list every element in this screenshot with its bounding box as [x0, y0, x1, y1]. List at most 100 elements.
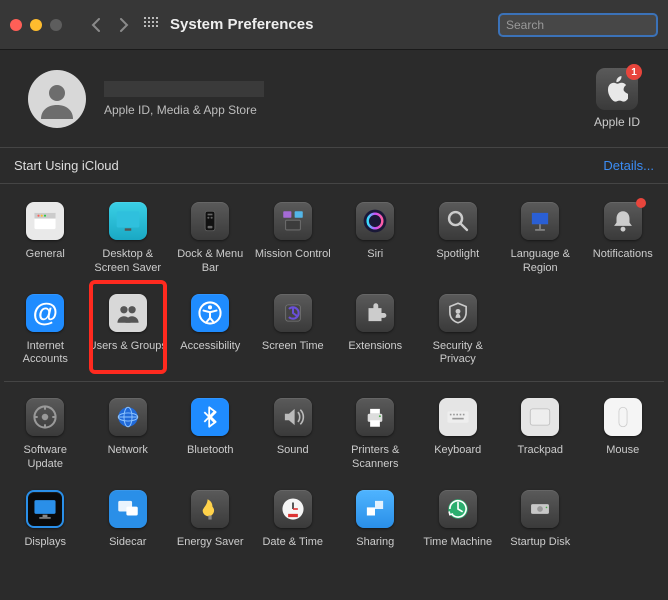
sharing-icon: [356, 490, 394, 528]
pref-network[interactable]: Network: [87, 388, 170, 480]
pref-accessibility[interactable]: Accessibility: [169, 284, 252, 376]
pref-mission[interactable]: Mission Control: [252, 192, 335, 284]
pref-timemachine[interactable]: Time Machine: [417, 480, 500, 558]
sidecar-icon: [109, 490, 147, 528]
account-subtitle: Apple ID, Media & App Store: [104, 103, 264, 117]
pref-label: Accessibility: [180, 340, 240, 354]
pref-spotlight[interactable]: Spotlight: [417, 192, 500, 284]
close-button[interactable]: [10, 19, 22, 31]
trackpad-icon: [521, 398, 559, 436]
apple-id-label: Apple ID: [594, 115, 640, 129]
accessibility-icon: [191, 294, 229, 332]
details-link[interactable]: Details...: [603, 158, 654, 173]
pref-printers[interactable]: Printers & Scanners: [334, 388, 417, 480]
pref-label: Displays: [24, 536, 66, 550]
pref-sharing[interactable]: Sharing: [334, 480, 417, 558]
account-text[interactable]: Apple ID, Media & App Store: [104, 81, 264, 117]
forward-button[interactable]: [112, 13, 136, 37]
pref-extensions[interactable]: Extensions: [334, 284, 417, 376]
pref-mouse[interactable]: Mouse: [582, 388, 665, 480]
window-title: System Preferences: [170, 16, 313, 33]
pref-screentime[interactable]: Screen Time: [252, 284, 335, 376]
pref-label: Sound: [277, 444, 309, 458]
minimize-button[interactable]: [30, 19, 42, 31]
pref-label: Extensions: [348, 340, 402, 354]
search-input[interactable]: [506, 18, 661, 32]
pref-users[interactable]: Users & Groups: [87, 284, 170, 376]
pref-dock[interactable]: Dock & Menu Bar: [169, 192, 252, 284]
pref-displays[interactable]: Displays: [4, 480, 87, 558]
spotlight-icon: [439, 202, 477, 240]
pref-bluetooth[interactable]: Bluetooth: [169, 388, 252, 480]
pref-label: Startup Disk: [510, 536, 570, 550]
sound-icon: [274, 398, 312, 436]
energy-icon: [191, 490, 229, 528]
pref-label: Keyboard: [434, 444, 481, 458]
pref-label: Printers & Scanners: [336, 444, 415, 472]
pref-label: Spotlight: [436, 248, 479, 262]
pref-label: Software Update: [6, 444, 85, 472]
keyboard-icon: [439, 398, 477, 436]
startup-icon: [521, 490, 559, 528]
pref-desktop[interactable]: Desktop & Screen Saver: [87, 192, 170, 284]
pref-label: Date & Time: [262, 536, 323, 550]
pref-label: Security & Privacy: [419, 340, 498, 368]
search-field[interactable]: [498, 13, 658, 37]
pref-label: Desktop & Screen Saver: [89, 248, 168, 276]
pref-security[interactable]: Security & Privacy: [417, 284, 500, 376]
apple-id-badge: 1: [626, 64, 642, 80]
mission-icon: [274, 202, 312, 240]
apple-id-button[interactable]: 1 Apple ID: [594, 68, 640, 129]
pref-siri[interactable]: Siri: [334, 192, 417, 284]
pref-trackpad[interactable]: Trackpad: [499, 388, 582, 480]
pref-label: Mission Control: [255, 248, 331, 262]
desktop-icon: [109, 202, 147, 240]
software-icon: [26, 398, 64, 436]
pref-label: Language & Region: [501, 248, 580, 276]
icloud-prompt: Start Using iCloud: [14, 158, 119, 173]
pref-notifications[interactable]: Notifications: [582, 192, 665, 284]
language-icon: [521, 202, 559, 240]
pref-keyboard[interactable]: Keyboard: [417, 388, 500, 480]
notifications-icon: [604, 202, 642, 240]
apple-logo-icon: [606, 76, 628, 102]
network-icon: [109, 398, 147, 436]
back-button[interactable]: [84, 13, 108, 37]
pref-label: Dock & Menu Bar: [171, 248, 250, 276]
maximize-button[interactable]: [50, 19, 62, 31]
pref-sound[interactable]: Sound: [252, 388, 335, 480]
pref-general[interactable]: General: [4, 192, 87, 284]
displays-icon: [26, 490, 64, 528]
pref-label: Energy Saver: [177, 536, 244, 550]
user-icon: [37, 79, 77, 119]
pref-sidecar[interactable]: Sidecar: [87, 480, 170, 558]
pref-language[interactable]: Language & Region: [499, 192, 582, 284]
pref-software[interactable]: Software Update: [4, 388, 87, 480]
pref-label: General: [26, 248, 65, 262]
pref-label: Bluetooth: [187, 444, 233, 458]
pref-label: Internet Accounts: [6, 340, 85, 368]
pref-label: Network: [108, 444, 148, 458]
dock-icon: [191, 202, 229, 240]
user-avatar[interactable]: [28, 70, 86, 128]
security-icon: [439, 294, 477, 332]
timemachine-icon: [439, 490, 477, 528]
preference-panes: General Desktop & Screen SaverDock & Menu…: [0, 184, 668, 565]
pref-label: Sharing: [356, 536, 394, 550]
pref-internet[interactable]: @Internet Accounts: [4, 284, 87, 376]
pref-label: Mouse: [606, 444, 639, 458]
pref-label: Sidecar: [109, 536, 146, 550]
pref-label: Screen Time: [262, 340, 324, 354]
pref-label: Time Machine: [423, 536, 492, 550]
siri-icon: [356, 202, 394, 240]
window-controls: [10, 19, 62, 31]
pref-label: Notifications: [593, 248, 653, 262]
show-all-icon[interactable]: [144, 17, 160, 33]
titlebar: System Preferences: [0, 0, 668, 50]
pref-label: Trackpad: [518, 444, 563, 458]
general-icon: [26, 202, 64, 240]
pref-startup[interactable]: Startup Disk: [499, 480, 582, 558]
bluetooth-icon: [191, 398, 229, 436]
pref-datetime[interactable]: Date & Time: [252, 480, 335, 558]
pref-energy[interactable]: Energy Saver: [169, 480, 252, 558]
